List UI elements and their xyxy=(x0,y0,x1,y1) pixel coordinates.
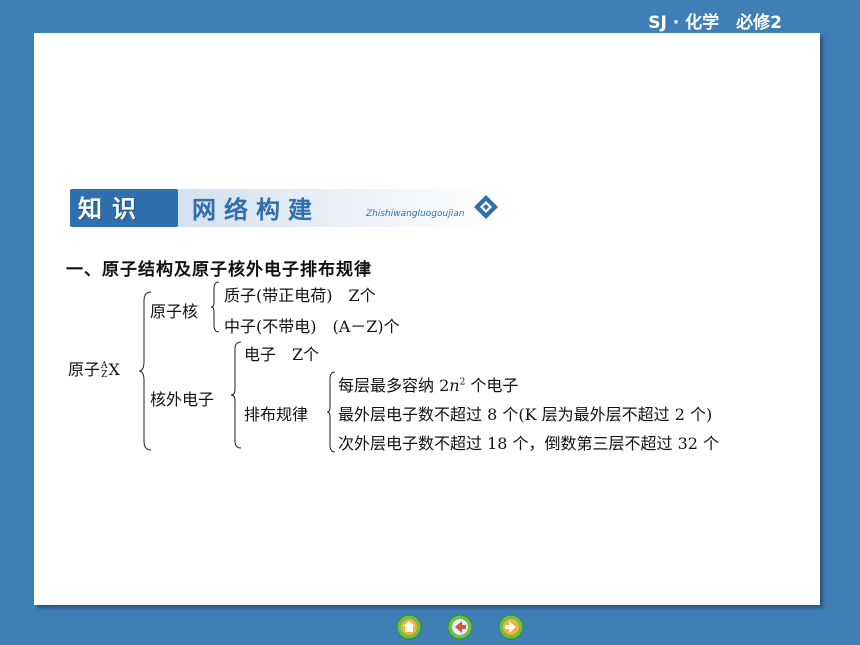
rule1-variable: n xyxy=(449,376,460,395)
nucleus-brace xyxy=(210,281,220,333)
header-course-tag: SJ · 化学 必修2 xyxy=(648,13,782,33)
root-symbol: X xyxy=(108,360,120,379)
banner-left-label: 知识 xyxy=(78,195,146,223)
electrons-label: 核外电子 xyxy=(150,390,215,409)
root-label: 原子 A Z X xyxy=(68,356,120,380)
nav-forward-button[interactable] xyxy=(498,614,524,640)
banner-left-band: 知识 xyxy=(70,189,178,227)
proton-line: 质子(带正电荷) Z个 xyxy=(224,286,376,305)
section-banner: 网络构建 Zhishiwangluogoujian 知识 xyxy=(70,189,515,227)
nav-home-button[interactable] xyxy=(396,614,422,640)
neutron-line: 中子(不带电) (A－Z)个 xyxy=(224,317,400,336)
home-icon xyxy=(396,614,422,640)
banner-right-label: 网络构建 xyxy=(192,196,320,224)
nav-back-button[interactable] xyxy=(447,614,473,640)
root-atomic-number: Z xyxy=(101,369,108,380)
slide-panel: 网络构建 Zhishiwangluogoujian 知识 一、原子结构及原子核外… xyxy=(34,33,820,605)
rules-brace xyxy=(326,371,336,453)
forward-icon xyxy=(498,614,524,640)
banner-right-band: 网络构建 Zhishiwangluogoujian xyxy=(170,189,500,227)
rule-second-outermost-shell: 次外层电子数不超过 18 个，倒数第三层不超过 32 个 xyxy=(338,434,720,453)
root-word: 原子 xyxy=(68,360,101,379)
electrons-brace xyxy=(230,341,242,449)
rule1-prefix: 每层最多容纳 2 xyxy=(338,376,450,395)
banner-pinyin: Zhishiwangluogoujian xyxy=(366,209,465,219)
diamond-icon xyxy=(474,195,498,219)
rule-max-capacity: 每层最多容纳 2n2 个电子 xyxy=(338,372,518,396)
section-title: 一、原子结构及原子核外电子排布规律 xyxy=(66,260,372,280)
nucleus-label: 原子核 xyxy=(150,302,199,321)
rules-label: 排布规律 xyxy=(244,405,309,424)
back-icon xyxy=(447,614,473,640)
rule-outermost-shell: 最外层电子数不超过 8 个(K 层为最外层不超过 2 个) xyxy=(338,405,713,424)
rule1-suffix: 个电子 xyxy=(465,376,519,395)
electron-count-line: 电子 Z个 xyxy=(244,345,320,364)
root-isotope-scripts: AZ xyxy=(101,361,108,380)
